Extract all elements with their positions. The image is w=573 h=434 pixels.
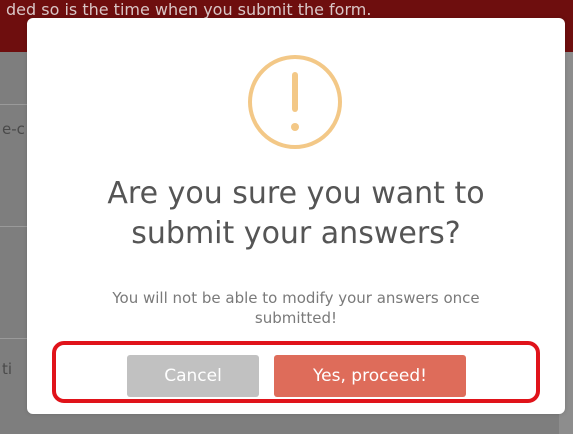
exclamation-circle-icon: [248, 55, 342, 149]
dialog-message-line: You will not be able to modify your answ…: [112, 289, 480, 307]
background-text-fragment: ti: [2, 360, 13, 378]
cancel-button[interactable]: Cancel: [127, 355, 259, 397]
background-text-fragment: e-c: [2, 120, 25, 138]
dialog-title-line: submit your answers?: [131, 216, 461, 251]
confirmation-dialog: Are you sure you want to submit your ans…: [27, 18, 565, 414]
dialog-message: You will not be able to modify your answ…: [67, 288, 525, 328]
background-banner-text: ded so is the time when you submit the f…: [6, 0, 372, 19]
dialog-message-line: submitted!: [254, 309, 338, 327]
dialog-title: Are you sure you want to submit your ans…: [27, 174, 565, 254]
dialog-title-line: Are you sure you want to: [107, 176, 485, 211]
confirm-button[interactable]: Yes, proceed!: [274, 355, 466, 397]
page: ded so is the time when you submit the f…: [0, 0, 573, 434]
